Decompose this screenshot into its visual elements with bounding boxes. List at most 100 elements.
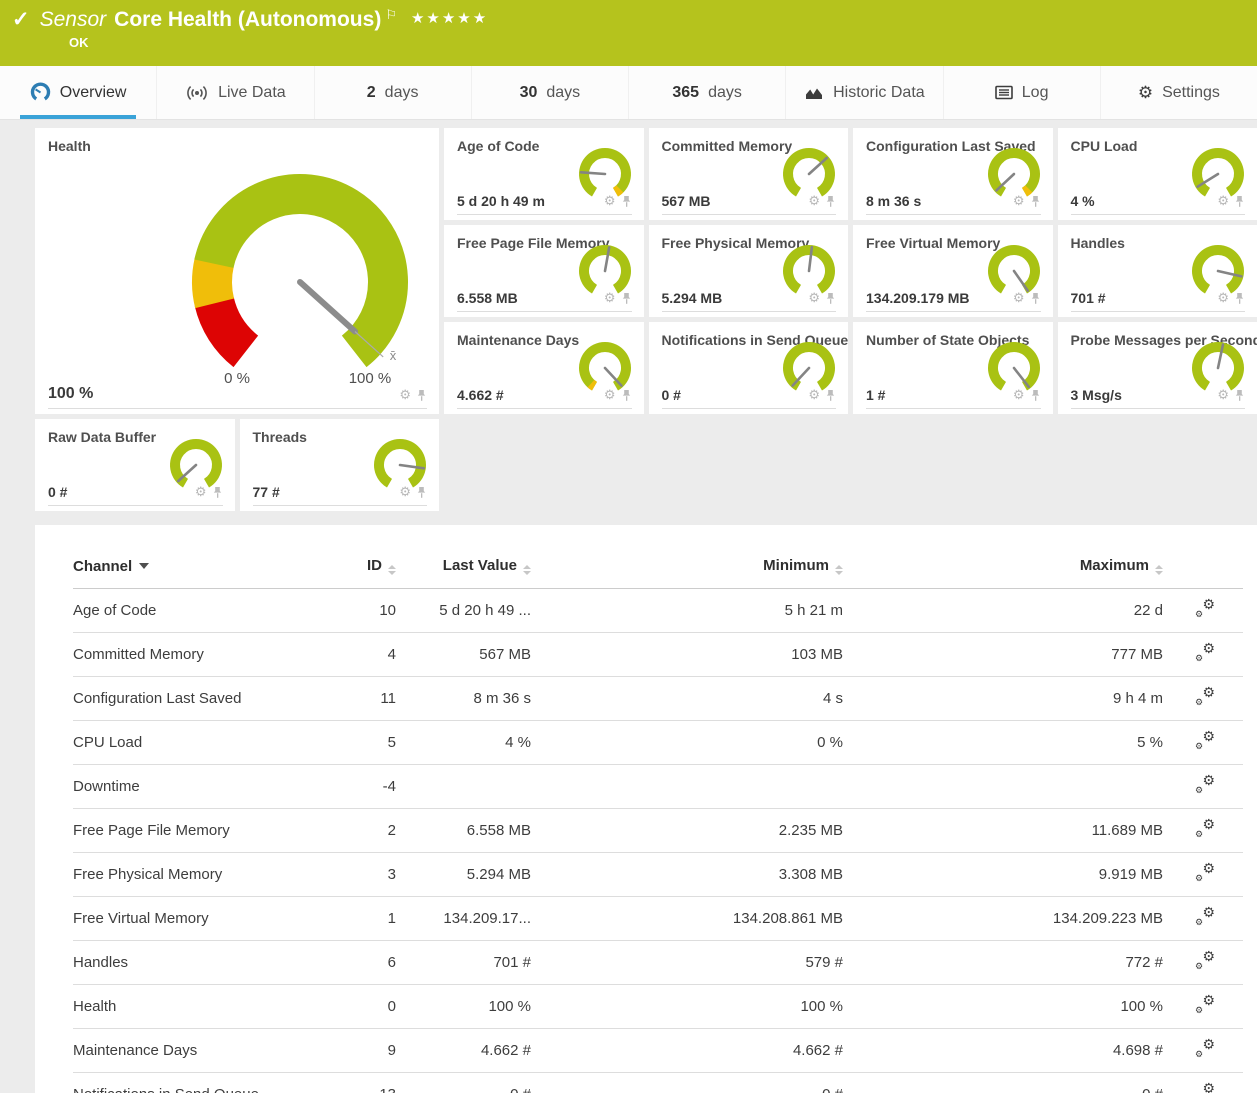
gear-icon[interactable]: ⚙ <box>808 387 820 403</box>
gauge-value: 0 # <box>48 484 67 500</box>
last-value-cell <box>396 765 531 809</box>
pin-icon[interactable] <box>1030 292 1041 305</box>
channel-name-cell: Free Page File Memory <box>73 809 331 853</box>
channel-settings-gear-icon[interactable]: ⚙⚙ <box>1195 599 1215 618</box>
column-label: Maximum <box>1080 557 1149 574</box>
sort-icon <box>523 565 531 575</box>
gear-icon[interactable]: ⚙ <box>1013 290 1025 306</box>
channel-settings-gear-icon[interactable]: ⚙⚙ <box>1195 1083 1215 1093</box>
gauge-title: Threads <box>253 429 307 445</box>
tab-log-label: Log <box>1022 84 1049 102</box>
pin-icon[interactable] <box>1030 195 1041 208</box>
table-row: Free Page File Memory26.558 MB2.235 MB11… <box>73 809 1243 853</box>
minimum-cell: 4 s <box>531 677 843 721</box>
pin-icon[interactable] <box>1234 195 1245 208</box>
gear-icon[interactable]: ⚙ <box>399 387 411 403</box>
tab-365-days-label: days <box>708 84 742 102</box>
gear-icon[interactable]: ⚙ <box>195 484 207 500</box>
area-chart-icon <box>804 85 824 101</box>
pin-icon[interactable] <box>621 389 632 402</box>
channel-id-cell: 11 <box>331 677 396 721</box>
gear-icon[interactable]: ⚙ <box>1217 193 1229 209</box>
gear-icon[interactable]: ⚙ <box>1217 387 1229 403</box>
channel-settings-cell: ⚙⚙ <box>1163 897 1243 941</box>
pin-icon[interactable] <box>621 292 632 305</box>
channel-name-cell: Free Physical Memory <box>73 853 331 897</box>
channel-settings-gear-icon[interactable]: ⚙⚙ <box>1195 907 1215 926</box>
channel-settings-gear-icon[interactable]: ⚙⚙ <box>1195 731 1215 750</box>
tab-30-days-label: days <box>546 84 580 102</box>
maximum-cell: 11.689 MB <box>843 809 1163 853</box>
last-value-cell: 5 d 20 h 49 ... <box>396 589 531 633</box>
sensor-status-badge: OK <box>69 35 1257 50</box>
channel-id-cell: 6 <box>331 941 396 985</box>
priority-stars[interactable]: ★★★★★ <box>411 9 488 27</box>
gauge-panel: Threads 77 # ⚙ <box>240 419 440 511</box>
tab-live-data[interactable]: Live Data <box>156 66 313 119</box>
gauge-title: Health <box>48 138 91 154</box>
tab-historic-data[interactable]: Historic Data <box>785 66 942 119</box>
pin-icon[interactable] <box>1234 292 1245 305</box>
gear-icon[interactable]: ⚙ <box>1013 193 1025 209</box>
column-label: ID <box>367 557 382 574</box>
gauge-panel: Maintenance Days 4.662 # ⚙ <box>444 322 644 414</box>
channel-settings-cell: ⚙⚙ <box>1163 589 1243 633</box>
pin-icon[interactable] <box>621 195 632 208</box>
gauge-panel: Free Virtual Memory 134.209.179 MB ⚙ <box>853 225 1053 317</box>
pin-icon[interactable] <box>825 292 836 305</box>
channel-settings-gear-icon[interactable]: ⚙⚙ <box>1195 863 1215 882</box>
channel-settings-gear-icon[interactable]: ⚙⚙ <box>1195 1039 1215 1058</box>
status-ok-check-icon: ✓ <box>12 7 30 32</box>
gauge-title: Age of Code <box>457 138 539 154</box>
gear-icon[interactable]: ⚙ <box>1217 290 1229 306</box>
channel-id-cell: 2 <box>331 809 396 853</box>
tab-2-days[interactable]: 2 days <box>314 66 471 119</box>
last-value-cell: 0 # <box>396 1073 531 1093</box>
maximum-cell: 5 % <box>843 721 1163 765</box>
channel-settings-gear-icon[interactable]: ⚙⚙ <box>1195 687 1215 706</box>
gear-icon[interactable]: ⚙ <box>604 290 616 306</box>
gear-icon[interactable]: ⚙ <box>399 484 411 500</box>
column-header-minimum[interactable]: Minimum <box>531 549 843 589</box>
column-header-last-value[interactable]: Last Value <box>396 549 531 589</box>
gauge-value: 4 % <box>1071 193 1095 209</box>
channel-settings-cell: ⚙⚙ <box>1163 633 1243 677</box>
pin-icon[interactable] <box>212 486 223 499</box>
channel-settings-gear-icon[interactable]: ⚙⚙ <box>1195 775 1215 794</box>
column-header-channel[interactable]: Channel <box>73 549 331 589</box>
minimum-cell: 5 h 21 m <box>531 589 843 633</box>
tab-settings[interactable]: ⚙ Settings <box>1100 66 1257 119</box>
gauge-title: Free Virtual Memory <box>866 235 1000 251</box>
table-row: Configuration Last Saved118 m 36 s4 s9 h… <box>73 677 1243 721</box>
live-data-icon <box>185 84 209 102</box>
pin-icon[interactable] <box>416 389 427 402</box>
channel-settings-gear-icon[interactable]: ⚙⚙ <box>1195 995 1215 1014</box>
pin-icon[interactable] <box>825 195 836 208</box>
gear-icon[interactable]: ⚙ <box>808 193 820 209</box>
gear-icon[interactable]: ⚙ <box>1013 387 1025 403</box>
gauge-value: 100 % <box>48 385 93 403</box>
tab-30-days[interactable]: 30 days <box>471 66 628 119</box>
tab-365-days-number: 365 <box>672 84 699 102</box>
gear-icon[interactable]: ⚙ <box>808 290 820 306</box>
tab-log[interactable]: Log <box>943 66 1100 119</box>
pin-icon[interactable] <box>416 486 427 499</box>
pin-icon[interactable] <box>1030 389 1041 402</box>
pin-icon[interactable] <box>1234 389 1245 402</box>
minimum-cell: 579 # <box>531 941 843 985</box>
channel-settings-gear-icon[interactable]: ⚙⚙ <box>1195 819 1215 838</box>
tab-overview[interactable]: Overview <box>0 66 156 119</box>
channel-settings-gear-icon[interactable]: ⚙⚙ <box>1195 643 1215 662</box>
pin-icon[interactable] <box>825 389 836 402</box>
flag-icon[interactable]: ⚐ <box>385 7 397 23</box>
table-row: Committed Memory4567 MB103 MB777 MB⚙⚙ <box>73 633 1243 677</box>
gear-icon[interactable]: ⚙ <box>604 387 616 403</box>
maximum-cell: 9.919 MB <box>843 853 1163 897</box>
column-header-maximum[interactable]: Maximum <box>843 549 1163 589</box>
tab-365-days[interactable]: 365 days <box>628 66 785 119</box>
gear-icon[interactable]: ⚙ <box>604 193 616 209</box>
tab-30-days-number: 30 <box>520 84 538 102</box>
column-header-id[interactable]: ID <box>331 549 396 589</box>
gauge-title: Handles <box>1071 235 1125 251</box>
channel-settings-gear-icon[interactable]: ⚙⚙ <box>1195 951 1215 970</box>
